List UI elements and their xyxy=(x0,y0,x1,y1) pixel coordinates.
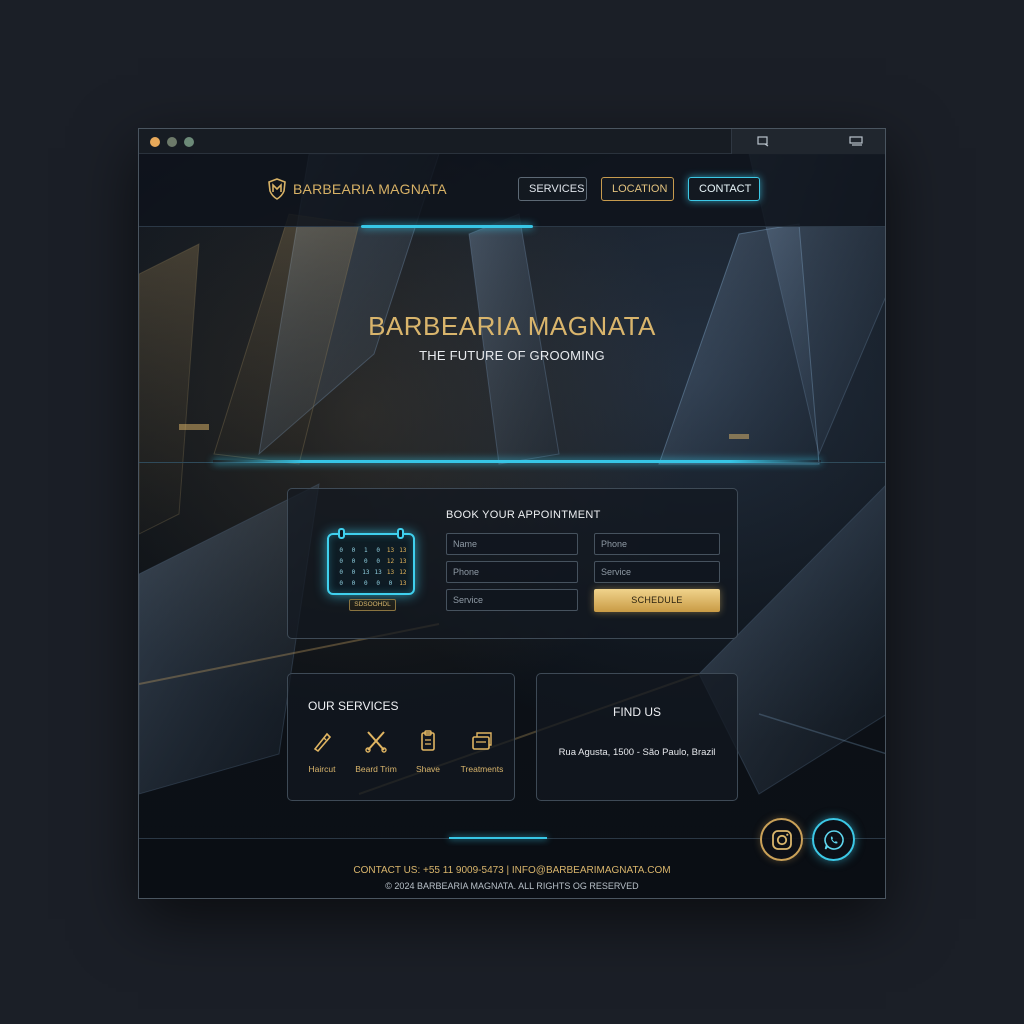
service-field-right[interactable] xyxy=(594,561,720,583)
services-card: OUR SERVICES Haircut Beard Trim Shave Tr… xyxy=(287,673,515,801)
hero-title: BARBEARIA MAGNATA xyxy=(368,311,656,341)
service-beard-trim[interactable]: Beard Trim xyxy=(348,729,404,774)
calendar-day: 13 xyxy=(386,547,395,554)
booking-card: BOOK YOUR APPOINTMENT 0 0 1 0 13 13 0 0 0 0 12 13 0 0… xyxy=(287,488,738,639)
instagram-button[interactable] xyxy=(760,818,803,861)
booking-title: BOOK YOUR APPOINTMENT xyxy=(446,509,601,521)
calendar-day: 0 xyxy=(351,580,356,587)
maximize-window-dot[interactable] xyxy=(184,137,194,147)
calendar-day: 0 xyxy=(364,580,368,587)
calendar-grid: 0 0 1 0 13 13 0 0 0 0 12 13 0 0 13 13 13 12 0 0 0 0 0 13 xyxy=(335,547,409,587)
title-bar-controls xyxy=(731,129,885,154)
hero-subtitle: THE FUTURE OF GROOMING xyxy=(419,348,605,363)
calendar-day: 0 xyxy=(364,558,368,565)
service-label: Shave xyxy=(415,764,441,774)
services-title: OUR SERVICES xyxy=(308,699,399,713)
window-icon[interactable] xyxy=(756,135,770,147)
calendar-day: 13 xyxy=(374,569,382,576)
calendar-day: 0 xyxy=(376,547,380,554)
service-haircut[interactable]: Haircut xyxy=(294,729,350,774)
calendar-icon: 0 0 1 0 13 13 0 0 0 0 12 13 0 0 13 13 13 12 0 0 0 0 0 13 xyxy=(327,528,415,595)
nav-services-button[interactable]: SERVICES xyxy=(518,177,587,201)
calendar-day: 12 xyxy=(386,558,395,565)
nav-location-button[interactable]: LOCATION xyxy=(601,177,674,201)
calendar-day: 1 xyxy=(364,547,368,554)
scissors-icon xyxy=(365,731,387,753)
calendar-ring xyxy=(397,528,404,539)
phone-field[interactable] xyxy=(446,561,578,583)
minimize-window-dot[interactable] xyxy=(167,137,177,147)
clipboard-icon xyxy=(421,730,435,751)
service-label: Treatments xyxy=(460,764,504,774)
calendar-day: 0 xyxy=(339,558,343,565)
name-field[interactable] xyxy=(446,533,578,555)
hero-section xyxy=(139,227,885,463)
service-label: Beard Trim xyxy=(355,764,397,774)
calendar-day: 0 xyxy=(351,569,356,576)
close-window-dot[interactable] xyxy=(150,137,160,147)
calendar-day: 13 xyxy=(362,569,370,576)
logo-text: BARBEARIA MAGNATA xyxy=(293,181,447,197)
calendar-day: 0 xyxy=(388,580,393,587)
calendar-day: 0 xyxy=(339,569,343,576)
service-treatments[interactable]: Treatments xyxy=(454,729,510,774)
calendar-label: SDSOOHDL xyxy=(349,599,396,611)
address-text: Rua Agusta, 1500 - São Paulo, Brazil xyxy=(558,747,716,758)
footer-contact: CONTACT US: +55 11 9009-5473 | INFO@BARB… xyxy=(353,865,671,876)
schedule-button[interactable]: SCHEDULE xyxy=(594,589,720,612)
calendar-day: 0 xyxy=(339,580,343,587)
calendar-day: 13 xyxy=(399,558,407,565)
phone-field-right[interactable] xyxy=(594,533,720,555)
whatsapp-icon xyxy=(823,829,844,850)
menu-tray-icon[interactable] xyxy=(849,135,863,147)
treatments-icon xyxy=(472,732,492,750)
service-shave[interactable]: Shave xyxy=(400,729,456,774)
site-logo[interactable]: BARBEARIA MAGNATA xyxy=(267,178,447,200)
title-bar xyxy=(139,129,885,154)
service-field[interactable] xyxy=(446,589,578,611)
hero-glow-accent xyxy=(213,460,821,463)
nav-contact-button[interactable]: CONTACT xyxy=(688,177,760,201)
find-us-card: FIND US Rua Agusta, 1500 - São Paulo, Br… xyxy=(536,673,738,801)
calendar-day: 0 xyxy=(376,580,380,587)
calendar-day: 13 xyxy=(399,580,407,587)
calendar-day: 0 xyxy=(351,558,356,565)
browser-window: BARBEARIA MAGNATA SERVICES LOCATION CONT… xyxy=(138,128,886,899)
razor-icon xyxy=(313,732,332,753)
shield-logo-icon xyxy=(268,178,286,200)
calendar-day: 13 xyxy=(399,547,407,554)
footer-glow-accent xyxy=(449,837,547,839)
calendar-day: 0 xyxy=(376,558,380,565)
calendar-ring xyxy=(338,528,345,539)
site-header xyxy=(139,154,885,227)
instagram-icon xyxy=(771,829,792,850)
whatsapp-button[interactable] xyxy=(812,818,855,861)
service-label: Haircut xyxy=(308,764,336,774)
find-us-title: FIND US xyxy=(613,705,661,719)
footer-copyright: © 2024 BARBEARIA MAGNATA. ALL RIGHTS OG … xyxy=(385,881,639,891)
calendar-day: 12 xyxy=(399,569,407,576)
calendar-day: 0 xyxy=(339,547,343,554)
calendar-day: 0 xyxy=(351,547,356,554)
calendar-day: 13 xyxy=(386,569,395,576)
